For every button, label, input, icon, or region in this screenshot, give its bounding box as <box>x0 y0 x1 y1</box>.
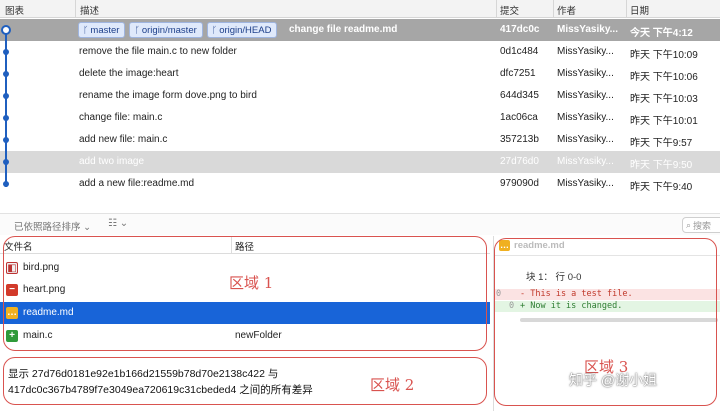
commit-message: add two image <box>79 156 145 167</box>
region-2-box <box>3 357 487 405</box>
region-1-label: 区域 1 <box>229 274 274 292</box>
commit-date: 昨天 下午9:40 <box>630 182 693 193</box>
search-icon: ⌕ <box>686 219 692 230</box>
commit-sha: 0d1c484 <box>500 46 539 57</box>
commit-sha: 644d345 <box>500 90 539 101</box>
commit-row[interactable]: add a new file:readme.md 979090d MissYas… <box>0 173 720 195</box>
commit-node <box>3 49 9 55</box>
commit-date: 昨天 下午10:01 <box>630 116 698 127</box>
search-field[interactable]: ⌕ 搜索 <box>682 217 720 233</box>
commit-message: delete the image:heart <box>79 68 179 79</box>
commit-message: remove the file main.c to new folder <box>79 46 237 57</box>
column-description[interactable]: 描述 <box>80 3 99 17</box>
commit-row[interactable]: ᚴ master ᚴ origin/master ᚴ origin/HEAD c… <box>0 19 720 41</box>
branch-tag[interactable]: ᚴ master <box>78 22 126 38</box>
commit-row[interactable]: add new file: main.c 357213b MissYasiky.… <box>0 129 720 151</box>
commit-date: 昨天 下午9:57 <box>630 138 693 149</box>
commit-sha: 1ac06ca <box>500 112 538 123</box>
commit-date: 今天 下午4:12 <box>630 28 693 39</box>
commit-date: 昨天 下午10:06 <box>630 72 698 83</box>
commit-sha: 27d76d0 <box>500 156 539 167</box>
watermark: 知乎 @谢小姐 <box>569 372 658 388</box>
commit-date: 昨天 下午10:03 <box>630 94 698 105</box>
commit-node <box>3 93 9 99</box>
branch-tag[interactable]: ᚴ origin/HEAD <box>206 22 278 38</box>
commit-author: MissYasiky... <box>557 178 614 189</box>
ref-tags: ᚴ master ᚴ origin/master ᚴ origin/HEAD <box>78 22 278 38</box>
commit-message: add a new file:readme.md <box>79 178 195 189</box>
commit-list: ᚴ master ᚴ origin/master ᚴ origin/HEAD c… <box>0 19 720 195</box>
commit-sha: 979090d <box>500 178 539 189</box>
commit-node <box>3 159 9 165</box>
branch-icon: ᚴ <box>134 25 140 35</box>
column-author[interactable]: 作者 <box>557 3 576 17</box>
commit-sha: 357213b <box>500 134 539 145</box>
commit-row[interactable]: delete the image:heart dfc7251 MissYasik… <box>0 63 720 85</box>
commit-author: MissYasiky... <box>557 68 614 79</box>
region-1-box <box>3 236 487 351</box>
branch-icon: ᚴ <box>211 25 218 35</box>
commit-node <box>3 137 9 143</box>
branch-icon: ᚴ <box>83 25 89 35</box>
region-2-label: 区域 2 <box>370 376 415 394</box>
commit-node <box>3 181 9 187</box>
commit-author: MissYasiky... <box>557 90 614 101</box>
commit-author: MissYasiky... <box>557 112 614 123</box>
column-date[interactable]: 日期 <box>630 3 649 17</box>
commit-author: MissYasiky... <box>557 46 614 57</box>
commit-row[interactable]: remove the file main.c to new folder 0d1… <box>0 41 720 63</box>
commit-message: change file readme.md <box>289 24 398 35</box>
commit-author: MissYasiky... <box>557 156 614 167</box>
commit-date: 昨天 下午9:50 <box>630 160 693 171</box>
column-commit[interactable]: 提交 <box>500 3 519 17</box>
commit-row[interactable]: rename the image form dove.png to bird 6… <box>0 85 720 107</box>
commit-row[interactable]: add two image 27d76d0 MissYasiky... 昨天 下… <box>0 151 720 173</box>
commit-message: rename the image form dove.png to bird <box>79 90 257 101</box>
list-view-icon[interactable]: ☷ ⌄ <box>108 218 128 229</box>
commit-sha: 417dc0c <box>500 24 540 35</box>
commit-node <box>3 71 9 77</box>
commit-sha: dfc7251 <box>500 68 536 79</box>
commit-node <box>3 115 9 121</box>
file-toolbar: 已依照路径排序 ⌄ ☷ ⌄ ⌕ 搜索 <box>0 213 720 235</box>
column-graph[interactable]: 图表 <box>5 3 24 17</box>
branch-tag[interactable]: ᚴ origin/master <box>129 22 203 38</box>
commit-date: 昨天 下午10:09 <box>630 50 698 61</box>
commit-author: MissYasiky... <box>557 24 618 35</box>
commit-message: add new file: main.c <box>79 134 168 145</box>
commit-author: MissYasiky... <box>557 134 614 145</box>
history-header: 图表 描述 提交 作者 日期 <box>0 0 720 18</box>
commit-message: change file: main.c <box>79 112 163 123</box>
commit-row[interactable]: change file: main.c 1ac06ca MissYasiky..… <box>0 107 720 129</box>
sort-dropdown[interactable]: 已依照路径排序 ⌄ <box>14 219 91 233</box>
head-commit-node <box>1 25 11 35</box>
